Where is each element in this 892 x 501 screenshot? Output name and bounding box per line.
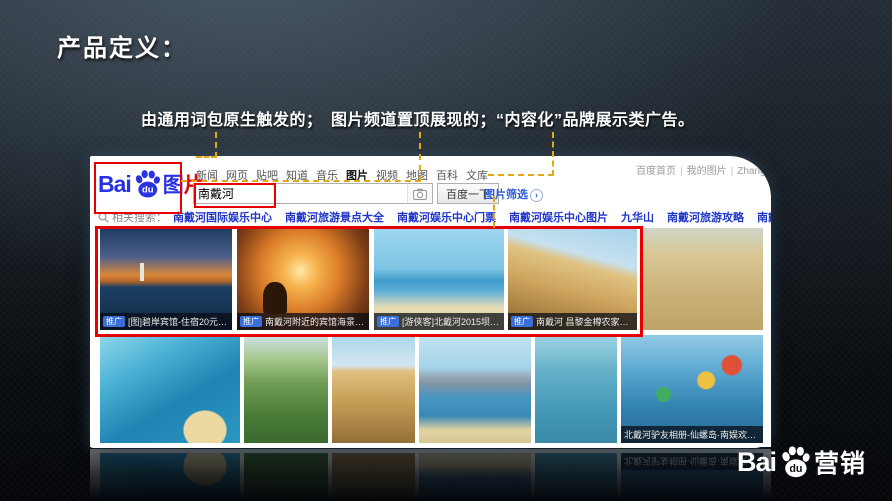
leader-line	[181, 180, 421, 182]
logo-channel-char: 图	[163, 169, 184, 199]
user-links: 百度首页|我的图片|Zhangnan2013	[636, 162, 771, 177]
logo-bai-text: Bai	[98, 171, 131, 198]
result-image[interactable]: 推广 南戴河附近的宾馆海景房70…	[237, 228, 369, 330]
search-icon	[98, 212, 109, 223]
search-input[interactable]	[194, 184, 407, 203]
chevron-right-icon: ›	[530, 189, 543, 202]
slide: 产品定义： 由通用词包原生触发的； 图片频道置顶展现的；“内容化”品牌展示类广告…	[0, 0, 892, 501]
annotation-text: 由通用词包原生触发的； 图片频道置顶展现的；“内容化”品牌展示类广告。	[141, 106, 695, 130]
result-image[interactable]	[100, 335, 240, 443]
page-title: 产品定义：	[57, 28, 187, 63]
related-term[interactable]: 南戴河娱乐中心门票	[397, 209, 496, 225]
caption-text: 南戴河附近的宾馆海景房70…	[265, 315, 366, 328]
link-separator: |	[731, 166, 734, 177]
username-link[interactable]: Zhangnan2013	[737, 166, 771, 177]
search-box	[193, 183, 433, 204]
my-images-link[interactable]: 我的图片	[687, 166, 727, 177]
result-image[interactable]	[641, 228, 763, 330]
result-image[interactable]: 推广 [游侠客]北戴河2015坝上…	[374, 228, 504, 330]
image-caption: 北戴河驴友相册-仙螺岛·南娱欢乐之旅…	[621, 426, 763, 443]
leader-line	[552, 132, 554, 176]
related-term[interactable]: 南戴河娱乐中心图片	[509, 209, 608, 225]
image-caption: 推广 南戴河 昌黎金樽农家院 欢迎…	[508, 313, 637, 330]
related-term[interactable]: 南戴河旅游景点大全	[285, 209, 384, 225]
svg-text:du: du	[142, 185, 154, 196]
result-image[interactable]	[535, 335, 617, 443]
filter-link-label: 图片筛选	[484, 189, 528, 201]
leader-line	[196, 156, 217, 158]
baidu-marketing-logo: Bai du 营销	[737, 444, 866, 480]
caption-text: 北戴河驴友相册-仙螺岛·南娱欢乐之旅…	[624, 428, 760, 441]
related-term[interactable]: 南戴河旅游攻略	[667, 209, 744, 225]
svg-text:du: du	[789, 463, 802, 475]
caption-text: [图]碧岸宾馆-住宿20元南戴…	[128, 315, 229, 328]
related-search-row: 相关搜索： 南戴河国际娱乐中心 南戴河旅游景点大全 南戴河娱乐中心门票 南戴河娱…	[98, 209, 771, 225]
result-image[interactable]: 北戴河驴友相册-仙螺岛·南娱欢乐之旅…	[621, 335, 763, 443]
image-results-gallery: 推广 [图]碧岸宾馆-住宿20元南戴… 推广 南戴河附近的宾馆海景房70… 推广…	[90, 226, 771, 447]
result-image[interactable]: 推广 南戴河 昌黎金樽农家院 欢迎…	[508, 228, 637, 330]
image-caption: 推广 [图]碧岸宾馆-住宿20元南戴…	[100, 313, 232, 330]
ad-badge: 推广	[103, 316, 125, 327]
result-image[interactable]: 推广 [图]碧岸宾馆-住宿20元南戴…	[100, 228, 232, 330]
nav-tab-wenku[interactable]: 文库	[466, 167, 488, 183]
ad-badge: 推广	[377, 316, 399, 327]
caption-text: 南戴河 昌黎金樽农家院 欢迎…	[536, 315, 634, 328]
baidu-paw-icon: du	[778, 445, 812, 479]
reflection-shade	[90, 449, 771, 501]
camera-search-icon[interactable]	[407, 184, 432, 203]
home-link[interactable]: 百度首页	[636, 166, 676, 177]
leader-line	[419, 132, 421, 182]
nav-tab-baike[interactable]: 百科	[436, 167, 458, 183]
footer-logo-bai-text: Bai	[737, 447, 776, 478]
footer-logo-marketing-text: 营销	[814, 444, 866, 480]
image-caption: 推广 [游侠客]北戴河2015坝上…	[374, 313, 504, 330]
caption-text: [游侠客]北戴河2015坝上…	[402, 315, 501, 328]
ad-badge: 推广	[240, 316, 262, 327]
result-image[interactable]	[332, 335, 415, 443]
window-reflection: 推广 [图]碧岸宾馆-住宿20元南戴… 推广 南戴河附近的宾馆海景房70… 推广…	[90, 449, 771, 501]
related-term[interactable]: 南戴河国际娱乐中心	[173, 209, 272, 225]
leader-line	[488, 174, 554, 176]
link-separator: |	[680, 166, 683, 177]
baidu-image-logo[interactable]: Bai du 图 片	[98, 169, 205, 199]
leader-line	[215, 132, 217, 158]
result-image[interactable]	[419, 335, 531, 443]
leader-line	[493, 196, 495, 228]
result-image[interactable]	[244, 335, 328, 443]
related-term[interactable]: 南戴河南娱	[757, 209, 771, 225]
baidu-paw-icon: du	[132, 169, 162, 199]
related-term[interactable]: 九华山	[621, 209, 654, 225]
related-search-label: 相关搜索：	[112, 209, 167, 225]
ad-badge: 推广	[511, 316, 533, 327]
image-caption: 推广 南戴河附近的宾馆海景房70…	[237, 313, 369, 330]
